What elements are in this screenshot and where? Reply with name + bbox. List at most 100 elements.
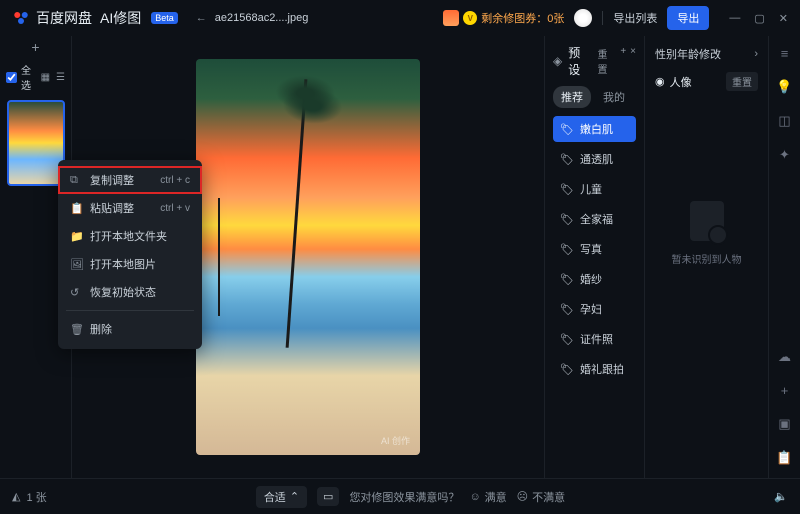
preset-item-7[interactable]: 🏷 证件照 bbox=[553, 326, 636, 352]
preset-item-4[interactable]: 🏷 写真 bbox=[553, 236, 636, 262]
menu-item-icon: ⧉ bbox=[70, 174, 82, 187]
zoom-fit-button[interactable]: 合适 ⌃ bbox=[256, 486, 307, 508]
preset-item-8[interactable]: 🏷婚礼跟拍 bbox=[553, 356, 636, 382]
tag-icon: 🏷 bbox=[560, 273, 574, 286]
back-arrow-icon[interactable]: ← bbox=[196, 12, 207, 24]
preset-item-2[interactable]: 🏷儿童 bbox=[553, 176, 636, 202]
titlebar-right: V 剩余修图券：0张 导出列表 导出 — ▢ ✕ bbox=[443, 6, 788, 30]
context-menu: ⧉复制调整ctrl + c📋粘贴调整ctrl + v📁打开本地文件夹🖼打开本地图… bbox=[58, 160, 202, 349]
titlebar: 百度网盘 AI修图 Beta ← ae21568ac2....jpeg V 剩余… bbox=[0, 0, 800, 36]
preset-icon: ◈ bbox=[553, 54, 562, 68]
menu-item-label: 恢复初始状态 bbox=[90, 284, 156, 300]
preset-header: ◈ 预设 重置 + × bbox=[553, 44, 636, 78]
preset-item-label: 全家福 bbox=[580, 211, 613, 227]
add-image-button[interactable]: + bbox=[0, 36, 71, 58]
menu-item-icon: 🖼 bbox=[70, 258, 82, 271]
gender-age-row[interactable]: 性别年龄修改 › bbox=[655, 46, 758, 62]
compare-button[interactable]: ▭ bbox=[317, 487, 339, 506]
preset-item-label: 孕妇 bbox=[580, 301, 602, 317]
context-menu-item-5[interactable]: 🗑 删除 bbox=[58, 315, 202, 343]
thumbnail-1[interactable] bbox=[7, 100, 65, 186]
preset-close-icon[interactable]: × bbox=[630, 46, 636, 76]
select-all-label: 全选 bbox=[21, 62, 37, 92]
preset-item-label: 证件照 bbox=[580, 331, 613, 347]
menu-item-icon: ↺ bbox=[70, 286, 82, 299]
unsatisfied-button[interactable]: ☹不满意 bbox=[517, 489, 565, 505]
menu-item-label: 删除 bbox=[90, 321, 112, 337]
preset-item-3[interactable]: 🏷 全家福 bbox=[553, 206, 636, 232]
preset-panel: ◈ 预设 重置 + × 推荐我的 🏷嫩白肌🏷通透肌🏷儿童🏷全家福🏷写真🏷婚纱🏷孕… bbox=[544, 36, 644, 478]
tag-icon: 🏷 bbox=[560, 243, 574, 256]
bottom-left: ◭ 1 张 bbox=[12, 489, 47, 505]
brand-text: 百度网盘 bbox=[36, 8, 92, 28]
context-menu-item-2[interactable]: 📁打开本地文件夹 bbox=[58, 222, 202, 250]
menu-item-label: 打开本地文件夹 bbox=[90, 228, 167, 244]
maximize-icon[interactable]: ▢ bbox=[754, 12, 764, 25]
cloud-icon[interactable]: ☁ bbox=[778, 349, 791, 365]
preset-item-5[interactable]: 🏷婚纱 bbox=[553, 266, 636, 292]
bottom-bar: ◭ 1 张 合适 ⌃ ▭ 您对修图效果满意吗？ ☺ 满意 ☹不满意 🔈 bbox=[0, 478, 800, 514]
list-view-icon[interactable]: ☰ bbox=[56, 72, 65, 83]
context-menu-item-1[interactable]: 📋粘贴调整ctrl + v bbox=[58, 194, 202, 222]
sparkle-icon[interactable]: ✦ bbox=[779, 147, 790, 163]
thumbs-up-icon: ☺ bbox=[469, 491, 480, 503]
export-list-button[interactable]: 导出列表 bbox=[613, 10, 657, 26]
properties-panel: 性别年龄修改 › ◉ 人像 重置 暂未识别到人物 bbox=[644, 36, 768, 478]
feedback-question: 您对修图效果满意吗？ bbox=[349, 489, 459, 505]
grid-view-icon[interactable]: ▦ bbox=[41, 72, 50, 83]
palm-tree-decor-2 bbox=[218, 198, 220, 317]
preset-tab-0[interactable]: 推荐 bbox=[553, 86, 591, 108]
export-button[interactable]: 导出 bbox=[667, 6, 709, 30]
preset-item-6[interactable]: 🏷孕妇 bbox=[553, 296, 636, 322]
image-count-label: 1 张 bbox=[26, 489, 46, 505]
preset-tab-1[interactable]: 我的 bbox=[595, 86, 633, 108]
tag-icon: 🏷 bbox=[560, 123, 574, 136]
product-text: AI修图 bbox=[100, 8, 141, 28]
feedback-area: 您对修图效果满意吗？ ☺ 满意 ☹不满意 bbox=[349, 489, 565, 505]
preset-item-label: 写真 bbox=[580, 241, 602, 257]
context-menu-item-4[interactable]: ↺ 恢复初始状态 bbox=[58, 278, 202, 306]
tag-icon: 🏷 bbox=[560, 333, 574, 346]
coupon-area[interactable]: V 剩余修图券：0张 bbox=[443, 10, 564, 26]
tag-icon: 🏷 bbox=[560, 363, 574, 376]
preset-title: 预设 bbox=[568, 44, 591, 78]
portrait-reset-button[interactable]: 重置 bbox=[726, 72, 758, 91]
minimize-icon[interactable]: — bbox=[729, 12, 740, 25]
filename-text: ae21568ac2....jpeg bbox=[215, 12, 309, 24]
avatar[interactable] bbox=[574, 9, 592, 27]
portrait-title: 人像 bbox=[670, 74, 692, 90]
plus-icon[interactable]: + bbox=[781, 383, 789, 398]
app-logo: 百度网盘 AI修图 Beta bbox=[12, 8, 178, 28]
select-all-checkbox[interactable] bbox=[6, 72, 17, 83]
preset-item-1[interactable]: 🏷通透肌 bbox=[553, 146, 636, 172]
context-menu-item-0[interactable]: ⧉复制调整ctrl + c bbox=[58, 166, 202, 194]
context-menu-item-3[interactable]: 🖼打开本地图片 bbox=[58, 250, 202, 278]
satisfied-label: 满意 bbox=[485, 489, 507, 505]
tag-icon: 🏷 bbox=[560, 213, 574, 226]
no-person-icon bbox=[690, 201, 724, 241]
lightbulb-icon[interactable]: 💡 bbox=[776, 79, 792, 95]
close-icon[interactable]: ✕ bbox=[779, 12, 788, 25]
gender-age-label: 性别年龄修改 bbox=[655, 46, 721, 62]
preset-add-icon[interactable]: + bbox=[620, 46, 626, 76]
crop-icon[interactable]: ◫ bbox=[778, 113, 790, 129]
bottom-center: 合适 ⌃ ▭ 您对修图效果满意吗？ ☺ 满意 ☹不满意 bbox=[47, 486, 775, 508]
main-image[interactable]: AI 创作 bbox=[196, 59, 420, 455]
icon-rail: ≡ 💡 ◫ ✦ ☁ + ▣ 📋 bbox=[768, 36, 800, 478]
volume-icon[interactable]: 🔈 bbox=[774, 490, 788, 503]
bottom-right: 🔈 bbox=[774, 490, 788, 503]
vip-badge-icon: V bbox=[463, 11, 477, 25]
preset-reset-button[interactable]: 重置 bbox=[598, 46, 617, 76]
chevron-up-icon: ⌃ bbox=[290, 490, 299, 503]
satisfied-button[interactable]: ☺ 满意 bbox=[469, 489, 506, 505]
portrait-section: ◉ 人像 重置 bbox=[655, 72, 758, 91]
menu-item-shortcut: ctrl + v bbox=[160, 203, 190, 214]
preset-item-0[interactable]: 🏷嫩白肌 bbox=[553, 116, 636, 142]
preset-item-label: 儿童 bbox=[580, 181, 602, 197]
menu-item-icon: 🗑 bbox=[70, 323, 82, 336]
sliders-icon[interactable]: ≡ bbox=[781, 46, 789, 61]
layers-icon[interactable]: ▣ bbox=[778, 416, 790, 432]
tag-icon: 🏷 bbox=[560, 153, 574, 166]
gift-icon bbox=[443, 10, 459, 26]
clipboard-icon[interactable]: 📋 bbox=[776, 450, 792, 466]
